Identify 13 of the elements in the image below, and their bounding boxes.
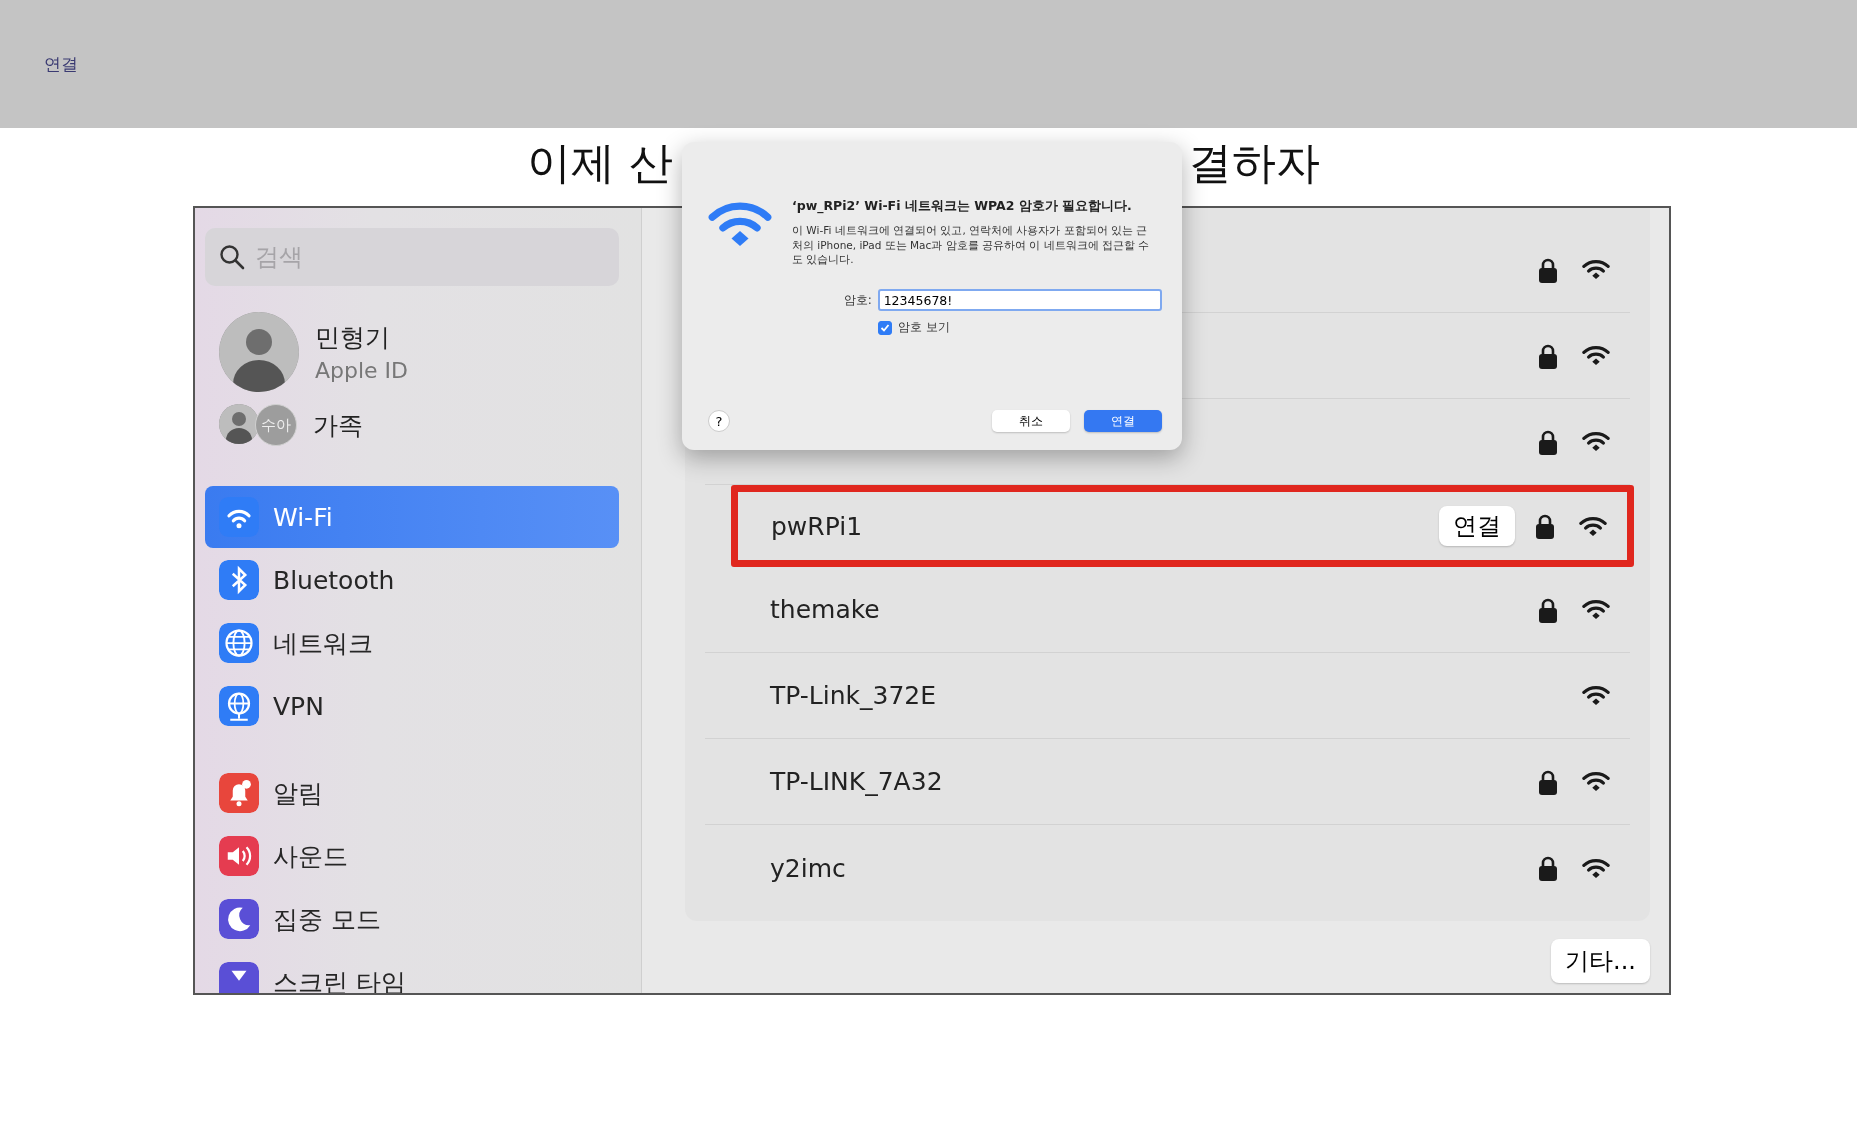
dialog-message: 이 Wi-Fi 네트워크에 연결되어 있고, 연락처에 사용자가 포함되어 있는 근처의 iPhone, iPad 또는 Mac과 암호를 공유하여 이 네트워크에 접근할 수도 있습니다. (792, 223, 1151, 268)
dialog-title: ‘pw_RPi2’ Wi-Fi 네트워크는 WPA2 암호가 필요합니다. (792, 198, 1133, 215)
network-name: TP-LINK_7A32 (770, 767, 944, 796)
network-name: TP-Link_372E (770, 681, 938, 710)
network-name: pwRPi1 (771, 511, 864, 541)
profile-subtitle: Apple ID (315, 358, 409, 383)
network-name: y2imc (770, 853, 847, 883)
slide-title: 결하자 (1188, 135, 1320, 190)
password-label: 암호: (842, 291, 872, 309)
profile-name: 민형기 (315, 322, 391, 354)
network-name: themake (770, 595, 881, 624)
slide-title: 이제 산 (527, 135, 673, 190)
member-badge: 수아 (255, 404, 297, 446)
